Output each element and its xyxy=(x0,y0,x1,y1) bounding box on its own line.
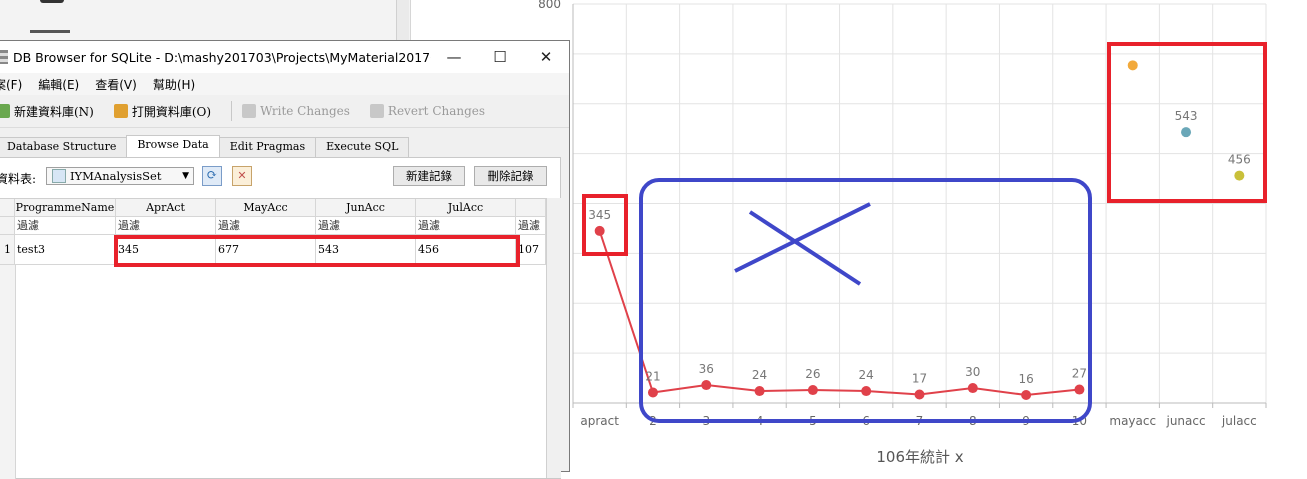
minimize-button[interactable]: — xyxy=(431,41,477,73)
browse-data-panel: 資料表: IYMAnalysisSet ▼ ⟳ ✕ 新建記錄 刪除記錄 Prog… xyxy=(0,157,561,479)
toolbar: 新建資料庫(N) 打開資料庫(O) Write Changes Revert C… xyxy=(0,95,569,128)
data-point xyxy=(647,387,658,398)
write-changes-icon xyxy=(242,104,257,118)
filter-input[interactable]: 過濾 xyxy=(316,217,416,235)
annotation-blue-cross-line xyxy=(748,210,862,286)
filter-input[interactable]: 過濾 xyxy=(516,217,546,235)
table-cell[interactable]: 107 xyxy=(516,235,546,265)
data-label: 17 xyxy=(912,372,927,386)
table-icon xyxy=(52,169,66,183)
toolbar-separator xyxy=(231,101,233,121)
filter-input[interactable]: 過濾 xyxy=(15,217,116,235)
table-selector-bar: 資料表: IYMAnalysisSet ▼ ⟳ ✕ 新建記錄 刪除記錄 xyxy=(0,166,560,190)
data-point xyxy=(1021,390,1032,401)
data-point xyxy=(861,386,872,397)
revert-changes-button[interactable]: Revert Changes xyxy=(369,104,486,118)
refresh-icon[interactable]: ⟳ xyxy=(202,166,222,186)
chevron-down-icon: ▼ xyxy=(182,171,189,181)
row-header-strip xyxy=(0,265,16,479)
column-header[interactable]: AprAct xyxy=(116,199,216,217)
clear-filters-icon[interactable]: ✕ xyxy=(232,166,252,186)
db-browser-window: DB Browser for SQLite - D:\mashy201703\P… xyxy=(0,40,570,479)
annotation-red-box-row xyxy=(114,235,520,267)
y-tick-label: 800 xyxy=(538,0,561,11)
tab-execute-sql[interactable]: Execute SQL xyxy=(315,137,410,157)
data-point xyxy=(1234,170,1245,181)
table-cell[interactable]: test3 xyxy=(15,235,116,265)
data-label: 26 xyxy=(805,367,820,381)
window-title: DB Browser for SQLite - D:\mashy201703\P… xyxy=(13,49,431,65)
table-select[interactable]: IYMAnalysisSet ▼ xyxy=(46,167,194,185)
chart-series xyxy=(594,60,1245,401)
data-label: 543 xyxy=(1175,109,1198,123)
data-point xyxy=(754,386,765,397)
column-header[interactable]: JulAcc xyxy=(416,199,516,217)
menu-bar: 案(F) 編輯(E) 查看(V) 幫助(H) xyxy=(0,73,569,95)
maximize-button[interactable]: ☐ xyxy=(477,41,523,73)
open-database-label: 打開資料庫(O) xyxy=(131,104,212,119)
tab-browse-data[interactable]: Browse Data xyxy=(126,135,220,157)
data-point xyxy=(1127,60,1138,71)
x-tick-label: junacc xyxy=(1165,414,1205,428)
table-label: 資料表: xyxy=(0,172,37,186)
menu-file[interactable]: 案(F) xyxy=(0,76,22,93)
x-tick-label: julacc xyxy=(1221,414,1257,428)
data-label: 456 xyxy=(1228,153,1251,167)
chart-axes: 800apract 2 3 4 5 6 7 8 9 10 mayacc junacc julacc xyxy=(538,0,1267,428)
new-record-button[interactable]: 新建記錄 xyxy=(393,166,465,186)
data-point xyxy=(1074,384,1085,395)
data-label: 36 xyxy=(699,362,714,376)
menu-edit[interactable]: 編輯(E) xyxy=(38,76,79,93)
write-changes-label: Write Changes xyxy=(260,104,350,118)
close-button[interactable]: ✕ xyxy=(523,41,569,73)
open-database-button[interactable]: 打開資料庫(O) xyxy=(113,103,212,120)
delete-record-button[interactable]: 刪除記錄 xyxy=(474,166,547,186)
tab-edit-pragmas[interactable]: Edit Pragmas xyxy=(218,137,317,157)
menu-help[interactable]: 幫助(H) xyxy=(153,76,195,93)
x-axis-label: 106年統計 x xyxy=(876,448,963,466)
data-label: 30 xyxy=(965,365,980,379)
x-tick-label: apract xyxy=(580,414,619,428)
menu-view[interactable]: 查看(V) xyxy=(95,76,137,93)
chart-grid xyxy=(572,3,1267,404)
data-point xyxy=(967,383,978,394)
grid-vertical-scrollbar[interactable] xyxy=(546,198,561,478)
revert-changes-icon xyxy=(369,104,384,118)
app-icon xyxy=(0,50,8,64)
data-label: 24 xyxy=(859,368,874,382)
data-point xyxy=(1181,127,1192,138)
filter-input[interactable]: 過濾 xyxy=(216,217,316,235)
corner-cell[interactable] xyxy=(0,199,15,217)
new-database-button[interactable]: 新建資料庫(N) xyxy=(0,103,94,120)
tab-database-structure[interactable]: Database Structure xyxy=(0,137,128,157)
tab-bar: Database Structure Browse Data Edit Prag… xyxy=(0,135,410,157)
data-label: 16 xyxy=(1018,372,1033,386)
data-label: 24 xyxy=(752,368,767,382)
data-label: 27 xyxy=(1072,367,1087,381)
data-label: 345 xyxy=(588,208,611,222)
column-header[interactable]: JunAcc xyxy=(316,199,416,217)
filter-input[interactable]: 過濾 xyxy=(116,217,216,235)
data-point xyxy=(807,385,818,396)
x-tick-label: mayacc xyxy=(1109,414,1156,428)
new-database-label: 新建資料庫(N) xyxy=(14,104,94,119)
data-label: 21 xyxy=(645,370,660,384)
title-bar[interactable]: DB Browser for SQLite - D:\mashy201703\P… xyxy=(0,41,569,73)
data-point xyxy=(594,225,605,236)
data-grid: ProgrammeName AprAct MayAcc JunAcc JulAc… xyxy=(0,198,546,479)
revert-changes-label: Revert Changes xyxy=(387,104,486,118)
write-changes-button[interactable]: Write Changes xyxy=(242,104,350,118)
chart-labels: 345 21 36 24 26 24 17 30 16 27 543 456 xyxy=(588,109,1251,386)
filter-input[interactable]: 過濾 xyxy=(416,217,516,235)
filter-row-header xyxy=(0,217,15,235)
data-point xyxy=(701,380,712,391)
row-number[interactable]: 1 xyxy=(0,235,15,265)
new-database-icon xyxy=(0,104,10,118)
table-select-value: IYMAnalysisSet xyxy=(70,169,162,183)
column-header[interactable]: ProgrammeName xyxy=(15,199,116,217)
open-database-icon xyxy=(113,104,128,118)
column-header[interactable]: MayAcc xyxy=(216,199,316,217)
data-point xyxy=(914,389,925,400)
column-header[interactable] xyxy=(516,199,546,217)
